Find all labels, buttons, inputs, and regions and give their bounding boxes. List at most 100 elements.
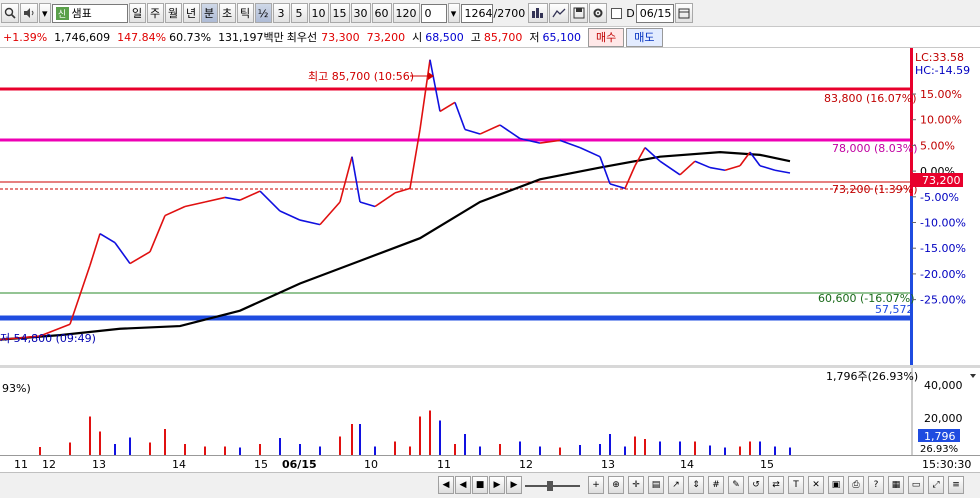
scroll-right-button[interactable]: ▶ <box>506 476 522 494</box>
high-label: 고 <box>470 31 481 44</box>
interval-10-button[interactable]: 10 <box>308 3 329 23</box>
layout-icon[interactable]: ▦ <box>888 476 904 494</box>
crosshair-icon[interactable]: ✛ <box>628 476 644 494</box>
volume-current-value: 1,796 <box>924 430 956 443</box>
price-segment <box>184 201 206 208</box>
volume-value: 1,746,609 <box>54 30 111 44</box>
expand-icon[interactable]: ⤢ <box>928 476 944 494</box>
buy-button[interactable]: 매수 <box>588 27 625 47</box>
price-segment <box>439 101 456 113</box>
time-tick-label: 11 <box>437 458 451 471</box>
volume-bar <box>409 446 411 455</box>
volume-bar <box>259 444 261 455</box>
pct-tick-label: 15.00% <box>920 88 962 101</box>
price-segment <box>429 59 441 112</box>
reset-icon[interactable]: ↺ <box>748 476 764 494</box>
compare-icon[interactable]: ⇄ <box>768 476 784 494</box>
date-input[interactable]: 06/15 <box>635 3 674 23</box>
count-input[interactable]: 1264 <box>460 3 493 23</box>
period-tick-button[interactable]: 틱 <box>236 3 254 23</box>
offset-input[interactable]: 0 <box>420 3 447 23</box>
step-back-button[interactable]: ◀ <box>455 476 471 494</box>
interval-5-button[interactable]: 5 <box>290 3 308 23</box>
text-icon[interactable]: T <box>788 476 804 494</box>
stock-name-input[interactable]: 신 샘표 <box>51 3 128 23</box>
help-icon[interactable]: ? <box>868 476 884 494</box>
volume-bar <box>464 434 466 455</box>
delete-icon[interactable]: ✕ <box>808 476 824 494</box>
speaker-icon[interactable] <box>20 3 38 23</box>
priority-ask: 73,300 <box>321 30 360 44</box>
period-week-button[interactable]: 주 <box>146 3 164 23</box>
fraction-button[interactable]: ½ <box>254 3 272 23</box>
period-minute-button[interactable]: 분 <box>200 3 218 23</box>
period-day-button[interactable]: 일 <box>128 3 146 23</box>
search-icon[interactable] <box>1 3 19 23</box>
line-compare-icon[interactable] <box>549 3 570 23</box>
volume-bar <box>759 441 761 455</box>
menu-icon[interactable]: ≡ <box>948 476 964 494</box>
time-tick-label: 13 <box>601 458 615 471</box>
price-segment <box>419 59 431 130</box>
period-year-button[interactable]: 년 <box>182 3 200 23</box>
time-tick-label: 15 <box>760 458 774 471</box>
volume-collapse-icon[interactable] <box>970 374 976 378</box>
zoom-in-icon[interactable]: + <box>588 476 604 494</box>
period-second-button[interactable]: 초 <box>218 3 236 23</box>
price-segment <box>359 201 376 208</box>
volume-bar <box>479 446 481 455</box>
stop-button[interactable]: ■ <box>472 476 488 494</box>
price-segment <box>129 251 151 265</box>
indicator-icon[interactable]: ↗ <box>668 476 684 494</box>
interval-120-button[interactable]: 120 <box>392 3 420 23</box>
scale-icon[interactable]: ⇕ <box>688 476 704 494</box>
interval-3-button[interactable]: 3 <box>272 3 290 23</box>
price-segment <box>454 102 466 130</box>
scroll-left-button[interactable]: ◀ <box>438 476 454 494</box>
date-checkbox[interactable] <box>608 3 625 23</box>
price-segment <box>599 156 611 185</box>
stock-dropdown-button[interactable]: ▾ <box>39 3 51 23</box>
time-axis: 11 12 13 14 15 06/15 10 11 12 13 14 15 15:30:30 <box>0 455 980 472</box>
price-segment <box>351 156 361 203</box>
pct-tick-label: -25.00% <box>920 294 966 307</box>
price-segment <box>694 160 711 169</box>
zoom-slider[interactable] <box>525 481 580 491</box>
bar-chart-icon[interactable] <box>528 3 549 23</box>
volume-bar <box>339 436 341 455</box>
volume-chart[interactable]: 93%) 1,796주(26.93%) 40,000 20,000 1,796 … <box>0 368 980 455</box>
price-segment <box>204 196 226 203</box>
play-button[interactable]: ▶ <box>489 476 505 494</box>
trade-amount: 131,197백만 <box>218 31 284 44</box>
interval-60-button[interactable]: 60 <box>371 3 392 23</box>
time-tick-label: 13 <box>92 458 106 471</box>
volume-tick-40000: 40,000 <box>924 379 963 392</box>
link-icon[interactable]: ⊕ <box>608 476 624 494</box>
snapshot-icon[interactable]: ▣ <box>828 476 844 494</box>
low-label: 저 <box>529 31 540 44</box>
chart-type-icon[interactable]: ▤ <box>648 476 664 494</box>
volume-bar <box>519 441 521 455</box>
sell-button[interactable]: 매도 <box>626 27 663 47</box>
price-segment <box>69 265 91 325</box>
line-label-83800: 83,800 (16.07%) <box>824 92 917 105</box>
lc-label: LC:33.58 <box>915 51 964 64</box>
interval-15-button[interactable]: 15 <box>329 3 350 23</box>
offset-dropdown-button[interactable]: ▾ <box>447 3 460 23</box>
gear-icon[interactable] <box>589 3 608 23</box>
print-icon[interactable]: ⎙ <box>848 476 864 494</box>
pen-icon[interactable]: ✎ <box>728 476 744 494</box>
period-month-button[interactable]: 월 <box>164 3 182 23</box>
calendar-icon[interactable] <box>674 3 693 23</box>
interval-30-button[interactable]: 30 <box>350 3 371 23</box>
moving-average-line[interactable] <box>0 151 791 341</box>
low-annotation: 저 54,800 (09:49) <box>0 332 96 345</box>
volume-bar <box>599 444 601 455</box>
price-chart[interactable]: 최고 85,700 (10:56) 저 54,800 (09:49) 83,80… <box>0 48 980 365</box>
time-tick-label: 06/15 <box>282 458 317 471</box>
grid-icon[interactable]: # <box>708 476 724 494</box>
window-icon[interactable]: ▭ <box>908 476 924 494</box>
price-segment <box>774 169 791 174</box>
save-icon[interactable] <box>570 3 589 23</box>
time-tick-label: 15 <box>254 458 268 471</box>
